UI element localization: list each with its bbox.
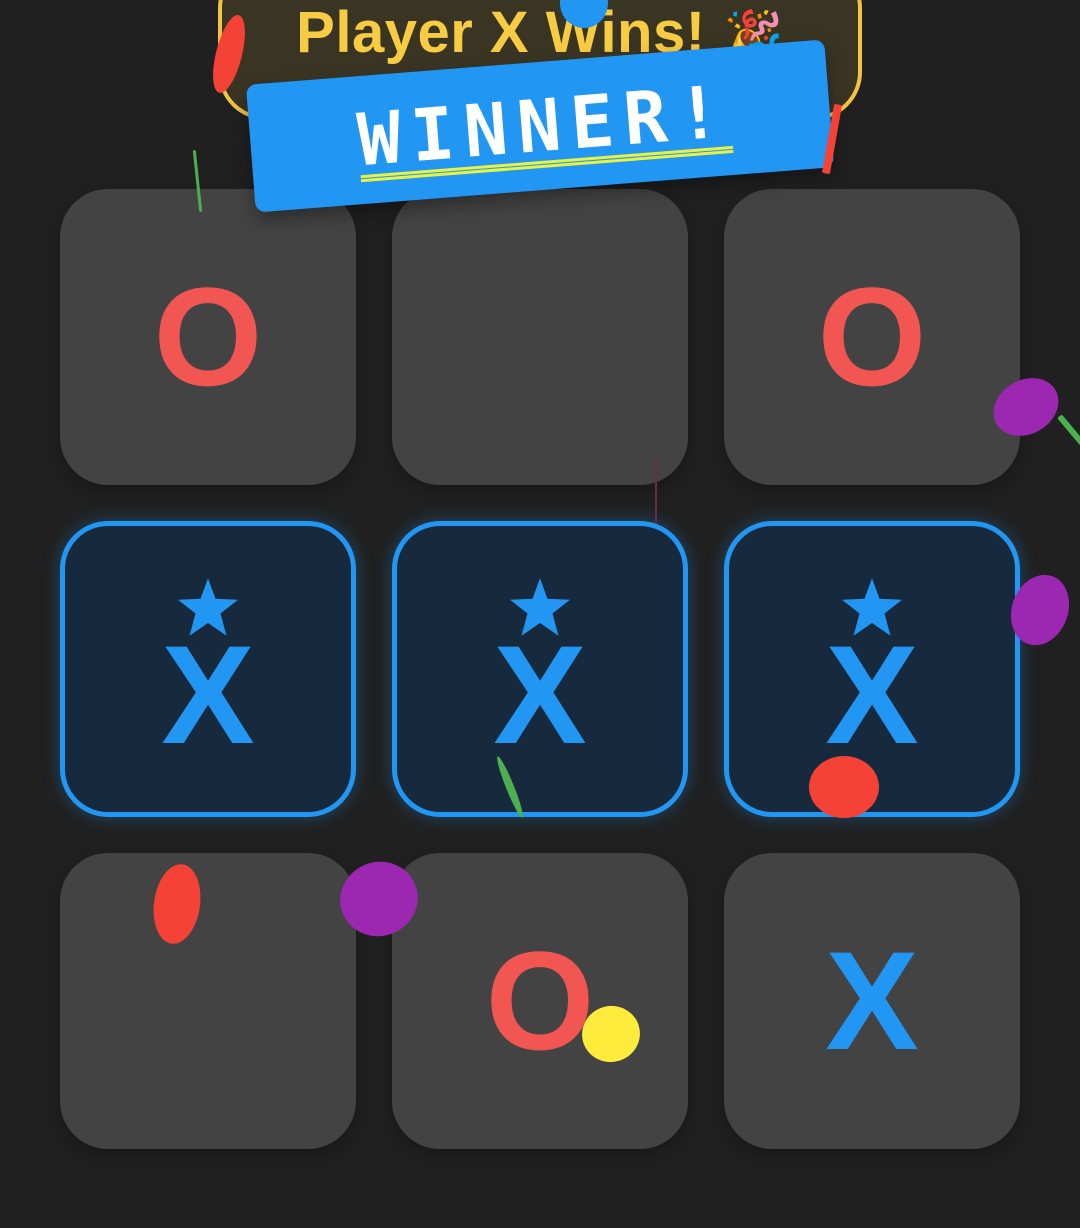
star-icon <box>842 578 902 636</box>
star-icon <box>510 578 570 636</box>
cell-mark: X <box>825 616 919 773</box>
cell-0[interactable]: O <box>60 189 356 485</box>
cell-6[interactable] <box>60 853 356 1149</box>
cell-4[interactable]: X <box>392 521 688 817</box>
cell-3[interactable]: X <box>60 521 356 817</box>
cell-mark: O <box>153 258 263 415</box>
confetti-piece <box>1057 414 1080 446</box>
cell-1[interactable] <box>392 189 688 485</box>
cell-mark: O <box>817 258 927 415</box>
cell-8[interactable]: X <box>724 853 1020 1149</box>
cell-mark: X <box>825 922 919 1079</box>
cell-mark: X <box>493 616 587 773</box>
cell-2[interactable]: O <box>724 189 1020 485</box>
cell-mark: O <box>485 922 595 1079</box>
winner-text: WINNER! <box>354 69 734 183</box>
star-icon <box>178 578 238 636</box>
game-board: O O X X X O X <box>60 189 1020 1149</box>
cell-7[interactable]: O <box>392 853 688 1149</box>
cell-mark: X <box>161 616 255 773</box>
cell-5[interactable]: X <box>724 521 1020 817</box>
